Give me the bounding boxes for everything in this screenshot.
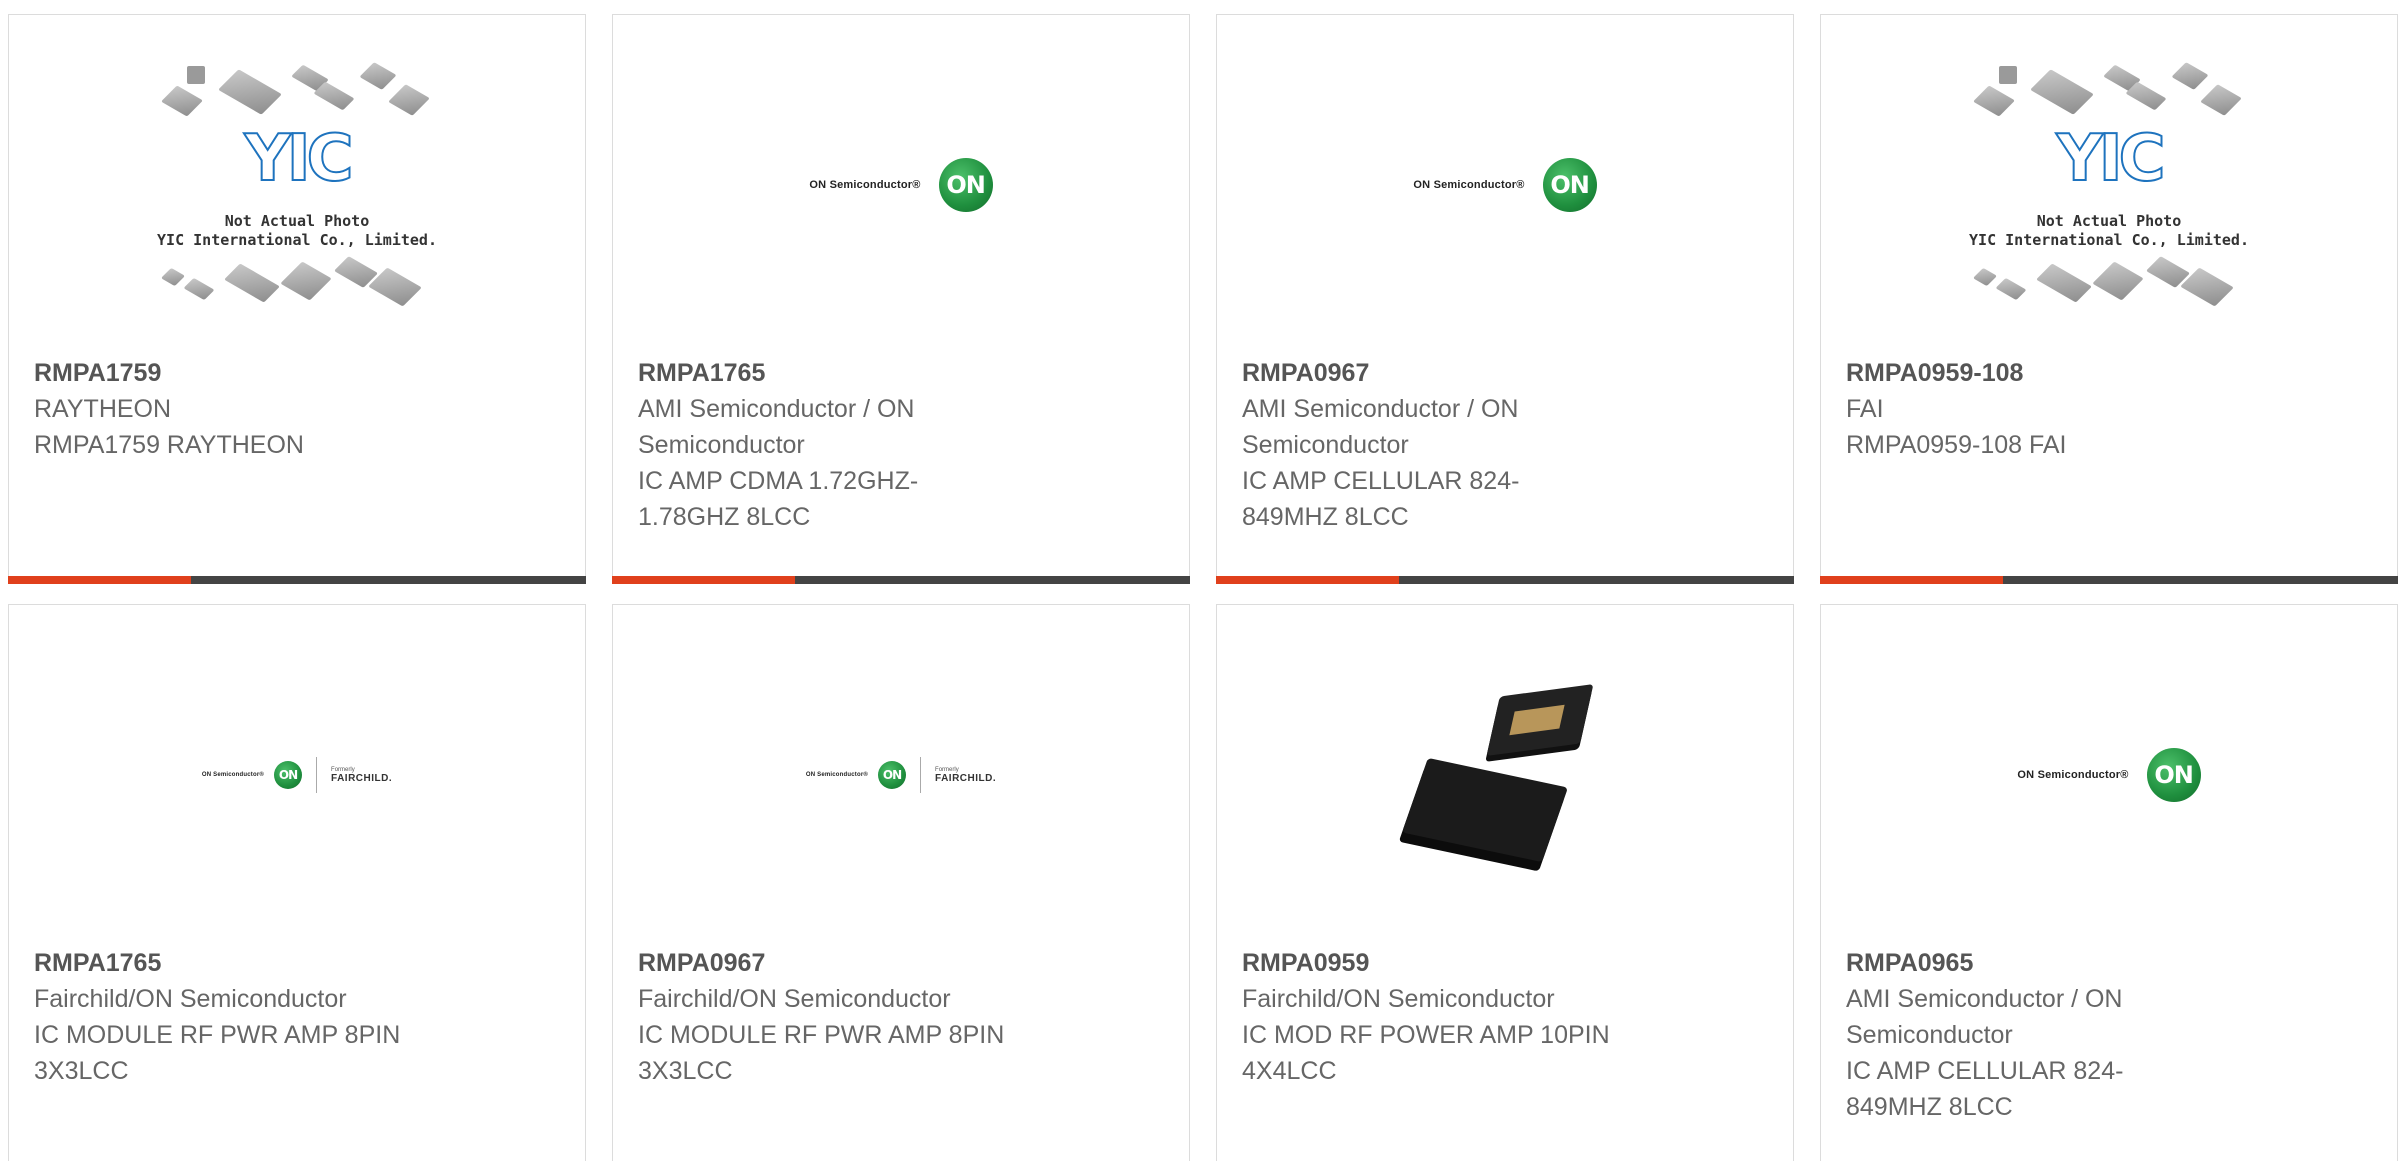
description: 3X3LCC (34, 1057, 129, 1085)
manufacturer: AMI Semiconductor / ON (638, 395, 915, 423)
description: 849MHZ 8LCC (1846, 1093, 2013, 1121)
yic-logo: YIC (2055, 121, 2166, 197)
brand-text: ON Semiconductor® (201, 772, 265, 778)
on-semiconductor-logo: ON Semiconductor® ON (809, 158, 993, 212)
product-card[interactable]: ON Semiconductor® ON RMPA0967 AMI Semico… (1216, 14, 1794, 584)
product-info: RMPA0959 Fairchild/ON Semiconductor IC M… (1242, 945, 1773, 1089)
on-logo-icon: ON (938, 158, 993, 212)
description: 4X4LCC (1242, 1057, 1337, 1085)
image-note: Not Actual Photo (224, 212, 370, 230)
on-semiconductor-logo: ON Semiconductor® ON (2017, 748, 2201, 802)
product-image[interactable]: ON Semiconductor® ON (613, 15, 1189, 355)
product-image[interactable]: ON Semiconductor® ON (1821, 605, 2397, 945)
on-fairchild-logo: ON Semiconductor® ON Formerly FAIRCHILD. (202, 757, 392, 793)
product-card[interactable]: RMPA0959 Fairchild/ON Semiconductor IC M… (1216, 604, 1794, 1161)
product-card[interactable]: ON Semiconductor® ON RMPA0965 AMI Semico… (1820, 604, 2398, 1161)
part-number[interactable]: RMPA1765 (638, 355, 1169, 391)
brand-text: ON Semiconductor® (1413, 179, 1525, 191)
product-info: RMPA0967 AMI Semiconductor / ON Semicond… (1242, 355, 1773, 535)
description: IC AMP CELLULAR 824- (1242, 467, 1520, 495)
on-semiconductor-logo: ON Semiconductor® ON (1413, 158, 1597, 212)
part-number[interactable]: RMPA0965 (1846, 945, 2377, 981)
product-info: RMPA0967 Fairchild/ON Semiconductor IC M… (638, 945, 1169, 1089)
card-accent-bar (8, 576, 586, 584)
product-info: RMPA1759 RAYTHEON RMPA1759 RAYTHEON (34, 355, 565, 463)
brand-text: ON Semiconductor® (805, 772, 869, 778)
yic-placeholder-image: YIC Not Actual Photo YIC International C… (147, 60, 447, 310)
manufacturer: AMI Semiconductor / ON (1846, 985, 2123, 1013)
yic-placeholder-image: YIC Not Actual Photo YIC International C… (1959, 60, 2259, 310)
description: 3X3LCC (638, 1057, 733, 1085)
description: RMPA0959-108 FAI (1846, 431, 2067, 459)
part-number[interactable]: RMPA0959 (1242, 945, 1773, 981)
description: IC MOD RF POWER AMP 10PIN (1242, 1021, 1610, 1049)
image-note: YIC International Co., Limited. (157, 231, 437, 249)
product-info: RMPA0959-108 FAI RMPA0959-108 FAI (1846, 355, 2377, 463)
description: IC AMP CELLULAR 824- (1846, 1057, 2124, 1085)
product-image[interactable]: ON Semiconductor® ON Formerly FAIRCHILD. (9, 605, 585, 945)
description: 1.78GHZ 8LCC (638, 503, 811, 531)
product-card[interactable]: ON Semiconductor® ON Formerly FAIRCHILD.… (8, 604, 586, 1161)
part-number[interactable]: RMPA1765 (34, 945, 565, 981)
product-image[interactable]: ON Semiconductor® ON Formerly FAIRCHILD. (613, 605, 1189, 945)
product-card[interactable]: ON Semiconductor® ON RMPA1765 AMI Semico… (612, 14, 1190, 584)
part-number[interactable]: RMPA0967 (1242, 355, 1773, 391)
brand-text: ON Semiconductor® (2017, 769, 2129, 781)
product-image[interactable]: ON Semiconductor® ON (1217, 15, 1793, 355)
manufacturer: Semiconductor (1846, 1021, 2013, 1049)
on-logo-icon: ON (2146, 748, 2201, 802)
manufacturer: Semiconductor (638, 431, 805, 459)
on-logo-icon: ON (1542, 158, 1597, 212)
product-grid: YIC Not Actual Photo YIC International C… (0, 0, 2400, 1161)
manufacturer: Fairchild/ON Semiconductor (34, 985, 347, 1013)
image-note: YIC International Co., Limited. (1969, 231, 2249, 249)
manufacturer: FAI (1846, 395, 1884, 423)
part-number[interactable]: RMPA0967 (638, 945, 1169, 981)
on-fairchild-logo: ON Semiconductor® ON Formerly FAIRCHILD. (806, 757, 996, 793)
manufacturer: AMI Semiconductor / ON (1242, 395, 1519, 423)
product-info: RMPA1765 Fairchild/ON Semiconductor IC M… (34, 945, 565, 1089)
fairchild-logo: FAIRCHILD. (935, 772, 997, 784)
product-card[interactable]: YIC Not Actual Photo YIC International C… (8, 14, 586, 584)
manufacturer: Semiconductor (1242, 431, 1409, 459)
manufacturer: Fairchild/ON Semiconductor (1242, 985, 1555, 1013)
card-accent-bar (1216, 576, 1794, 584)
product-image[interactable]: YIC Not Actual Photo YIC International C… (9, 15, 585, 355)
card-accent-bar (612, 576, 1190, 584)
manufacturer: Fairchild/ON Semiconductor (638, 985, 951, 1013)
product-info: RMPA0965 AMI Semiconductor / ON Semicond… (1846, 945, 2377, 1125)
description: 849MHZ 8LCC (1242, 503, 1409, 531)
description: IC MODULE RF PWR AMP 8PIN (638, 1021, 1005, 1049)
chip-photo (1402, 670, 1605, 880)
product-info: RMPA1765 AMI Semiconductor / ON Semicond… (638, 355, 1169, 535)
image-note: Not Actual Photo (2036, 212, 2182, 230)
product-image[interactable]: YIC Not Actual Photo YIC International C… (1821, 15, 2397, 355)
product-image[interactable] (1217, 605, 1793, 945)
description: IC MODULE RF PWR AMP 8PIN (34, 1021, 401, 1049)
product-card[interactable]: YIC Not Actual Photo YIC International C… (1820, 14, 2398, 584)
on-logo-icon: ON (274, 761, 303, 789)
yic-logo: YIC (243, 121, 354, 197)
description: IC AMP CDMA 1.72GHZ- (638, 467, 919, 495)
on-logo-icon: ON (878, 761, 907, 789)
description: RMPA1759 RAYTHEON (34, 431, 304, 459)
product-card[interactable]: ON Semiconductor® ON Formerly FAIRCHILD.… (612, 604, 1190, 1161)
part-number[interactable]: RMPA1759 (34, 355, 565, 391)
card-accent-bar (1820, 576, 2398, 584)
fairchild-logo: FAIRCHILD. (331, 772, 393, 784)
part-number[interactable]: RMPA0959-108 (1846, 355, 2377, 391)
manufacturer: RAYTHEON (34, 395, 172, 423)
brand-text: ON Semiconductor® (809, 179, 921, 191)
